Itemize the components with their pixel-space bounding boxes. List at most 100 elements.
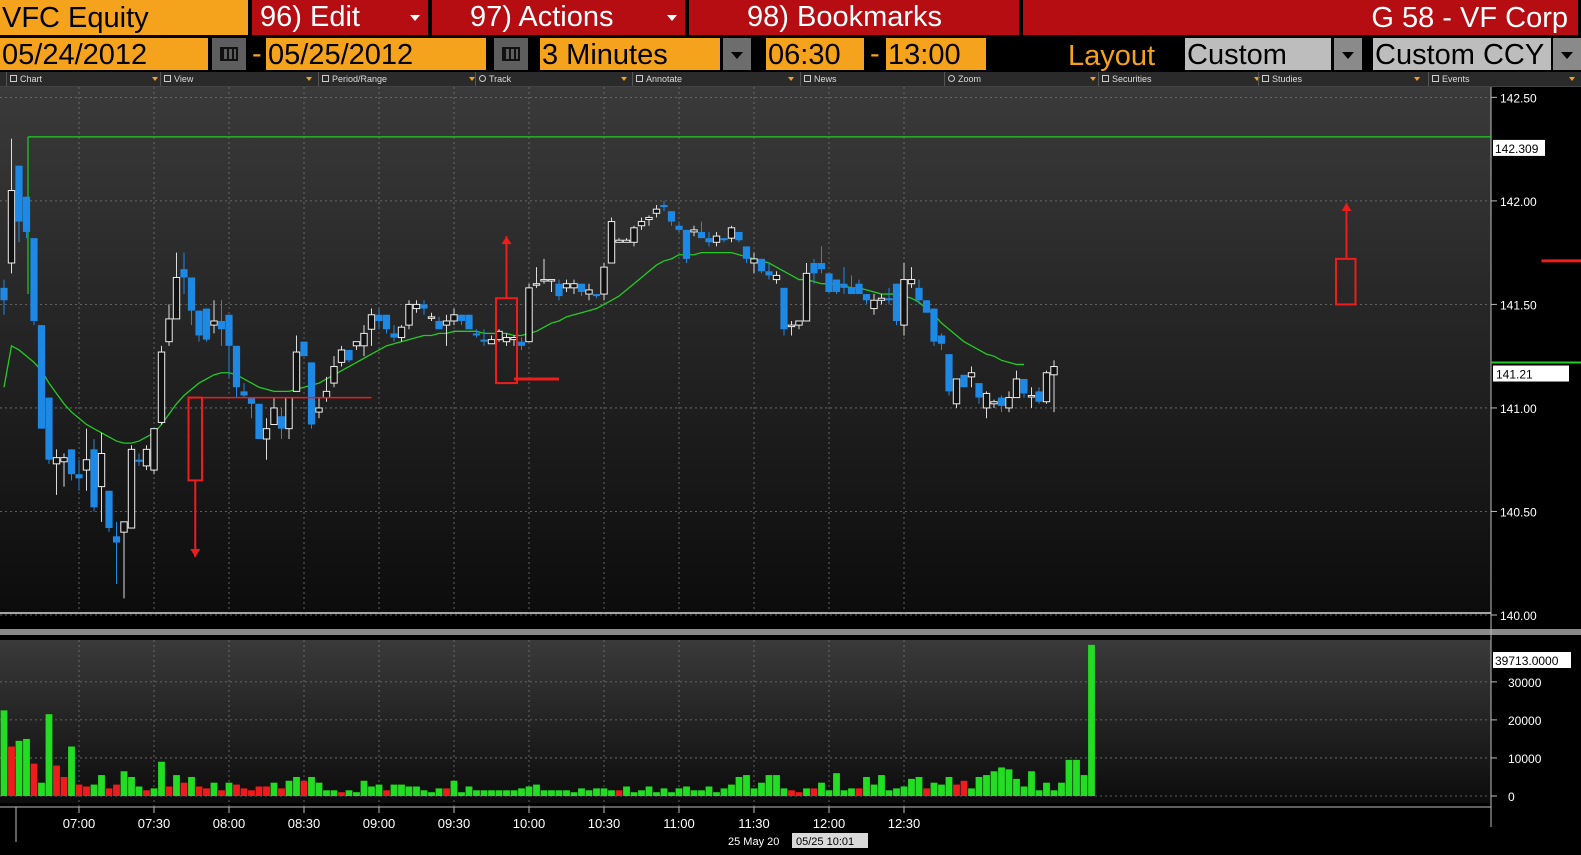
price-volume-chart[interactable]: 142.50142.00141.50141.00140.50140.00 300…	[0, 87, 1581, 850]
toolbar-securities[interactable]: Securities	[1098, 72, 1262, 86]
volume-bar-up	[878, 775, 885, 796]
layout-dropdown[interactable]	[1334, 38, 1362, 70]
volume-bar-up	[698, 790, 705, 796]
toolbar-view[interactable]: View	[160, 72, 314, 86]
end-date-calendar[interactable]	[494, 38, 528, 70]
candle-body-up	[608, 222, 614, 263]
candle-body-down	[938, 335, 945, 343]
volume-bar-down	[788, 790, 795, 796]
candle-body-up	[173, 277, 179, 318]
toolbar-zoom[interactable]: Zoom	[944, 72, 1098, 86]
bookmarks-menu-label: 98) Bookmarks	[697, 1, 942, 33]
currency-dropdown[interactable]	[1553, 38, 1581, 70]
crosshair-icon	[479, 75, 486, 82]
candle-body-up	[143, 449, 149, 466]
volume-bar-up	[353, 792, 360, 796]
volume-bar-up	[886, 790, 893, 796]
toolbar-chart-label: Chart	[20, 74, 42, 84]
toolbar-period[interactable]: Period/Range	[318, 72, 477, 86]
candle-body-down	[233, 346, 240, 387]
chevron-down-icon	[731, 52, 743, 59]
volume-bar-up	[428, 792, 435, 796]
time-tick-label: 09:30	[438, 816, 471, 831]
studies-icon	[1262, 75, 1269, 82]
candle-body-down	[683, 230, 690, 259]
candle-body-down	[675, 226, 682, 230]
cursor-date-label: 05/25 10:01	[796, 836, 854, 848]
magnifier-icon	[948, 75, 955, 82]
candle-body-up	[398, 327, 404, 337]
candle-body-up	[413, 304, 419, 308]
candle-body-down	[345, 350, 352, 360]
end-time-field[interactable]: 13:00	[886, 38, 986, 70]
volume-bar-up	[128, 777, 135, 796]
volume-bar-down	[616, 790, 623, 796]
volume-bar-down	[383, 790, 390, 796]
volume-bar-up	[938, 785, 945, 796]
volume-bar-up	[316, 783, 323, 796]
price-tick-label: 142.00	[1500, 195, 1537, 209]
toolbar-chart[interactable]: Chart	[6, 72, 160, 86]
volume-bar-up	[436, 788, 443, 796]
volume-bar-up	[593, 788, 600, 796]
start-time-field[interactable]: 06:30	[766, 38, 864, 70]
candle-body-up	[158, 352, 164, 422]
interval-select[interactable]: 3 Minutes	[540, 38, 720, 70]
price-axis: 142.50142.00141.50141.00140.50140.00	[1491, 91, 1537, 623]
candle-body-down	[300, 342, 307, 356]
volume-bar-down	[218, 790, 225, 796]
chevron-down-icon	[1561, 52, 1573, 59]
candle-body-down	[885, 298, 892, 300]
end-date-field[interactable]: 05/25/2012	[266, 38, 486, 70]
edit-menu-label: 96) Edit	[260, 1, 360, 33]
volume-bar-up	[713, 792, 720, 796]
candle-body-down	[765, 271, 772, 275]
volume-bar-up	[1073, 760, 1080, 796]
start-date-field[interactable]: 05/24/2012	[0, 38, 208, 70]
start-date-calendar[interactable]	[212, 38, 246, 70]
candle-body-up	[53, 458, 59, 464]
volume-bar-up	[706, 786, 713, 796]
toolbar-studies[interactable]: Studies	[1258, 72, 1422, 86]
toolbar-track[interactable]: Track	[475, 72, 629, 86]
candle-body-down	[195, 311, 202, 336]
edit-menu[interactable]: 96) Edit	[252, 0, 428, 35]
volume-bar-down	[113, 785, 120, 796]
volume-bar-up	[188, 777, 195, 796]
volume-bar-down	[811, 788, 818, 796]
candle-body-up	[338, 350, 344, 362]
candle-body-down	[833, 280, 840, 292]
interval-dropdown[interactable]	[723, 38, 751, 70]
volume-bar-up	[496, 790, 503, 796]
candle-body-down	[855, 284, 862, 294]
reference-value-label: 142.309	[1495, 142, 1539, 156]
volume-bar-down	[143, 790, 150, 796]
volume-bar-up	[226, 783, 233, 796]
panel-divider[interactable]	[0, 629, 1581, 635]
candle-body-down	[90, 449, 97, 507]
actions-menu[interactable]: 97) Actions	[432, 0, 685, 35]
toolbar-annotate[interactable]: Annotate	[632, 72, 796, 86]
toolbar-news[interactable]: News	[800, 72, 939, 86]
volume-bar-up	[46, 714, 53, 796]
candle-body-up	[316, 408, 322, 412]
currency-select[interactable]: Custom CCY	[1373, 38, 1551, 70]
layout-select[interactable]: Custom	[1185, 38, 1331, 70]
volume-bar-up	[121, 771, 128, 796]
calendar-icon	[322, 75, 329, 82]
volume-bar-down	[203, 788, 210, 796]
volume-bar-up	[758, 783, 765, 796]
chart-area[interactable]: 142.50142.00141.50141.00140.50140.00 300…	[0, 87, 1581, 850]
volume-bar-down	[76, 785, 83, 796]
candle-body-down	[180, 269, 187, 277]
candle-body-down	[458, 315, 465, 321]
volume-bar-up	[1006, 769, 1013, 796]
toolbar-events[interactable]: Events	[1428, 72, 1577, 86]
chart-icon	[10, 75, 17, 82]
ticker-field[interactable]: VFC Equity	[0, 0, 248, 35]
volume-bar-up	[151, 788, 158, 796]
volume-bar-down	[953, 785, 960, 796]
volume-bar-up	[481, 790, 488, 796]
bookmarks-menu[interactable]: 98) Bookmarks	[689, 0, 1019, 35]
volume-bar-down	[256, 786, 263, 796]
